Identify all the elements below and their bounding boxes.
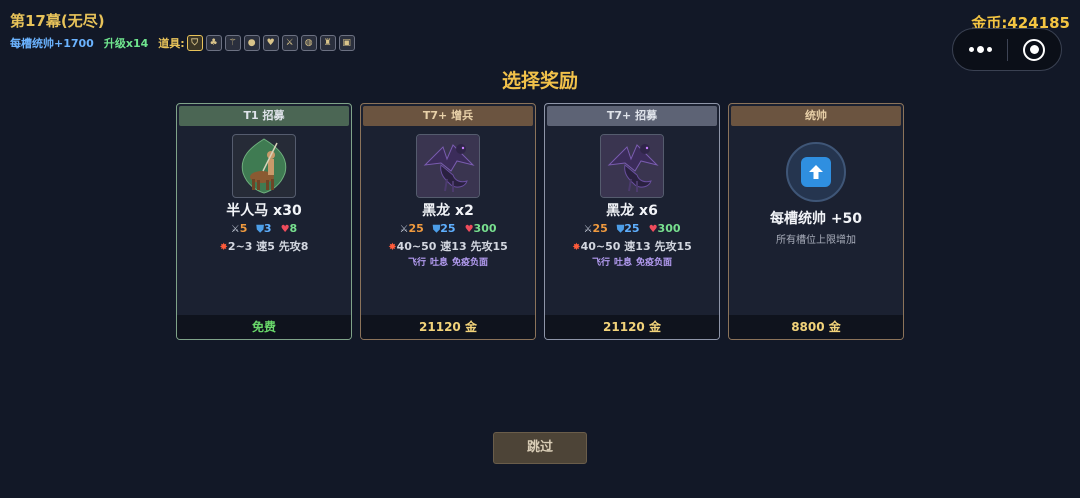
initiative-value: 先攻8 — [278, 240, 309, 253]
sword-icon: ⚔ — [230, 224, 240, 235]
wand-item-icon[interactable]: ⚚ — [224, 35, 241, 51]
heart-icon: ♥ — [648, 224, 658, 235]
reward-card-command-upgrade[interactable]: 统帅 每槽统帅 +50 所有槽位上限增加 8800 金 — [728, 103, 904, 340]
heart-icon: ♥ — [464, 224, 474, 235]
unit-name: 黑龙 x2 — [422, 203, 474, 219]
unit-name: 黑龙 x6 — [606, 203, 658, 219]
trait-breath: 吐息 — [429, 258, 448, 268]
stat-line-combat: ⚔25 ⛊25 ♥300 — [545, 222, 719, 235]
hp-value: 300 — [473, 222, 497, 235]
stat-line-secondary: ✸40~50 速13 先攻15 — [361, 238, 535, 254]
black-dragon-portrait-icon — [416, 134, 480, 198]
price-label: 21120 金 — [545, 315, 719, 339]
more-dots-icon — [968, 46, 992, 53]
trait-list: 飞行 吐息 免疫负面 — [545, 255, 719, 268]
stat-line-secondary: ✸2~3 速5 先攻8 — [177, 238, 351, 254]
tome-item-icon[interactable]: ▣ — [338, 35, 355, 51]
upgrade-badge — [786, 142, 846, 202]
damage-burst-icon: ✸ — [388, 242, 397, 253]
dagger-item-icon[interactable]: ⚔ — [281, 35, 298, 51]
close-miniprogram-button[interactable] — [1008, 29, 1061, 70]
item-list: ⛉ ♣ ⚚ ● ♥ ⚔ ◍ ♜ ▣ — [186, 35, 355, 51]
damage-burst-icon: ✸ — [219, 242, 228, 253]
stat-line-combat: ⚔25 ⛊25 ♥300 — [361, 222, 535, 235]
attack-value: 25 — [408, 222, 424, 235]
reward-heading: 选择奖励 — [501, 70, 578, 92]
speed-value: 速13 — [440, 240, 467, 253]
trait-immune: 免疫负面 — [636, 258, 673, 268]
status-row: 每槽统帅+1700 升级x14 道具: ⛉ ♣ ⚚ ● ♥ ⚔ ◍ ♜ ▣ — [10, 35, 355, 51]
price-label: 免费 — [177, 315, 351, 339]
centaur-portrait-icon — [232, 134, 296, 198]
card-tag: T1 招募 — [179, 106, 349, 126]
unit-name: 半人马 x30 — [226, 203, 302, 219]
defense-value: 25 — [440, 222, 456, 235]
trait-immune: 免疫负面 — [452, 258, 489, 268]
defense-value: 3 — [263, 222, 272, 235]
more-menu-button[interactable] — [953, 29, 1007, 70]
stat-line-secondary: ✸40~50 速13 先攻15 — [545, 238, 719, 254]
stat-line-combat: ⚔5 ⛊3 ♥8 — [177, 222, 351, 235]
reward-card-centaur[interactable]: T1 招募 半人马 x30 ⚔5 ⛊3 ♥8 ✸2~3 速5 先攻8 免费 — [176, 103, 352, 340]
card-tag: 统帅 — [731, 106, 901, 126]
skip-button[interactable]: 跳过 — [493, 432, 587, 464]
damage-burst-icon: ✸ — [572, 242, 581, 253]
card-tag: T7+ 增兵 — [363, 106, 533, 126]
items-label: 道具: — [158, 37, 185, 50]
round-shield-item-icon[interactable]: ◍ — [300, 35, 317, 51]
black-dragon-portrait-icon — [600, 134, 664, 198]
orb-item-icon[interactable]: ● — [243, 35, 260, 51]
defense-value: 25 — [624, 222, 640, 235]
hp-value: 8 — [289, 222, 298, 235]
pouch-item-icon[interactable]: ♣ — [205, 35, 222, 51]
target-close-icon — [1023, 38, 1046, 61]
armor-item-icon[interactable]: ♜ — [319, 35, 336, 51]
trait-flying: 飞行 — [591, 258, 610, 268]
top-bar: 第17幕(无尽) 每槽统帅+1700 升级x14 道具: ⛉ ♣ ⚚ ● ♥ ⚔… — [0, 0, 1080, 60]
miniprogram-capsule — [952, 28, 1062, 71]
upgrade-name: 每槽统帅 +50 — [769, 211, 863, 227]
reward-card-black-dragon-reinforce[interactable]: T7+ 增兵 黑龙 x2 ⚔25 ⛊25 ♥300 ✸40~50 速13 先攻15 … — [360, 103, 536, 340]
heart-icon: ♥ — [280, 224, 290, 235]
damage-range: 40~50 — [396, 240, 437, 253]
damage-range: 40~50 — [580, 240, 621, 253]
price-label: 8800 金 — [729, 315, 903, 339]
initiative-value: 先攻15 — [470, 240, 508, 253]
damage-range: 2~3 — [227, 240, 253, 253]
trait-breath: 吐息 — [613, 258, 632, 268]
shield-icon: ⛊ — [256, 224, 264, 235]
attack-value: 5 — [239, 222, 248, 235]
price-label: 21120 金 — [361, 315, 535, 339]
card-tag: T7+ 招募 — [547, 106, 717, 126]
upgrade-count: 升级x14 — [103, 37, 149, 50]
trait-flying: 飞行 — [407, 258, 426, 268]
attack-value: 25 — [592, 222, 608, 235]
hp-value: 300 — [657, 222, 681, 235]
speed-value: 速5 — [256, 240, 275, 253]
reward-card-black-dragon-recruit[interactable]: T7+ 招募 黑龙 x6 ⚔25 ⛊25 ♥300 ✸40~50 速13 先攻15 … — [544, 103, 720, 340]
arrow-up-icon — [801, 157, 831, 187]
shield-item-icon[interactable]: ⛉ — [186, 35, 203, 51]
heart-gem-item-icon[interactable]: ♥ — [262, 35, 279, 51]
stage-title: 第17幕(无尽) — [10, 12, 105, 30]
per-slot-command: 每槽统帅+1700 — [10, 37, 94, 50]
trait-list: 飞行 吐息 免疫负面 — [361, 255, 535, 268]
speed-value: 速13 — [624, 240, 651, 253]
initiative-value: 先攻15 — [654, 240, 692, 253]
upgrade-description: 所有槽位上限增加 — [776, 235, 856, 246]
